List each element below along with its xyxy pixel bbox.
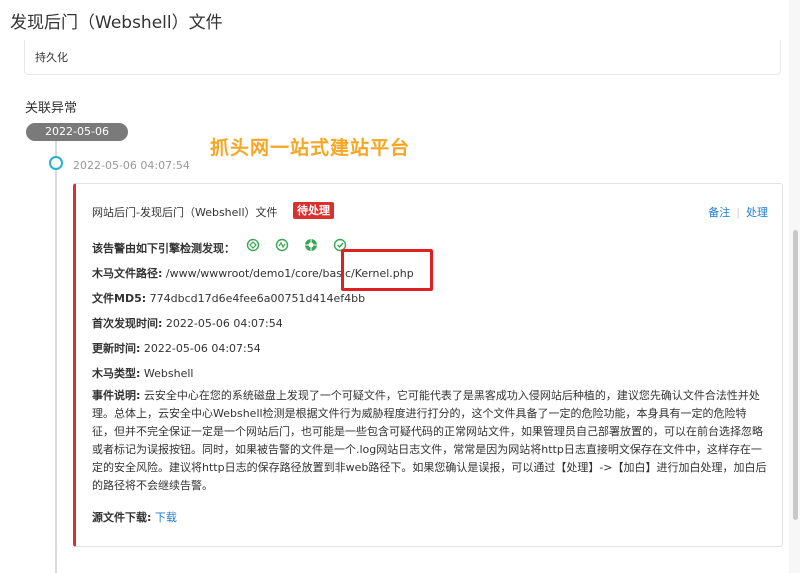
timeline-line <box>55 141 57 573</box>
path-highlight-box <box>341 249 433 291</box>
field-label: 更新时间: <box>92 342 141 355</box>
trojan-type-value: Webshell <box>143 367 194 380</box>
persistence-panel: 持久化 <box>24 40 781 75</box>
field-label: 首次发现时间: <box>92 317 163 330</box>
field-label: 木马类型: <box>92 367 141 380</box>
description-text: 云安全中心在您的系统磁盘上发现了一个可疑文件，它可能代表了是黑客成功入侵网站后种… <box>92 389 767 492</box>
alert-title: 网站后门-发现后门（Webshell）文件 <box>92 206 278 219</box>
field-label: 文件MD5: <box>92 292 147 305</box>
alert-card: 网站后门-发现后门（Webshell）文件 待处理 备注 | 处理 该告警由如下引擎… <box>73 183 783 547</box>
source-download-label: 源文件下载: <box>92 511 152 524</box>
download-link[interactable]: 下载 <box>155 511 177 524</box>
timeline-date-badge: 2022-05-06 <box>26 123 128 141</box>
field-row: 木马类型: Webshell <box>92 365 193 381</box>
source-download-row: 源文件下载: 下载 <box>92 509 177 525</box>
engines-label: 该告警由如下引擎检测发现： <box>92 242 235 255</box>
field-row: 文件MD5: 774dbcd17d6e4fee6a00751d414ef4bb <box>92 290 365 306</box>
status-badge: 待处理 <box>293 202 334 219</box>
field-label: 木马文件路径: <box>92 267 163 280</box>
note-button[interactable]: 备注 <box>708 206 730 219</box>
md5-value: 774dbcd17d6e4fee6a00751d414ef4bb <box>149 292 366 305</box>
handle-button[interactable]: 处理 <box>746 206 768 219</box>
engine-icon-1[interactable] <box>246 237 260 252</box>
page-title: 发现后门（Webshell）文件 <box>10 13 223 33</box>
persistence-label: 持久化 <box>35 51 68 64</box>
description-label: 事件说明: <box>92 389 141 402</box>
related-anomalies-title: 关联异常 <box>25 101 78 116</box>
engine-icon-3[interactable] <box>304 237 318 251</box>
updated-time-value: 2022-05-06 04:07:54 <box>143 342 261 355</box>
engines-row: 该告警由如下引擎检测发现： <box>92 240 235 256</box>
field-row: 更新时间: 2022-05-06 04:07:54 <box>92 340 261 356</box>
event-description: 事件说明: 云安全中心在您的系统磁盘上发现了一个可疑文件，它可能代表了是黑客成功… <box>92 387 768 495</box>
first-seen-value: 2022-05-06 04:07:54 <box>165 317 283 330</box>
engine-icon-2[interactable] <box>275 237 289 252</box>
timeline-event-time: 2022-05-06 04:07:54 <box>73 159 190 172</box>
field-row: 首次发现时间: 2022-05-06 04:07:54 <box>92 315 283 331</box>
scrollbar-thumb[interactable] <box>793 230 798 520</box>
watermark-text: 抓头网一站式建站平台 <box>210 137 411 159</box>
timeline-dot-icon <box>49 156 63 170</box>
action-divider: | <box>736 206 740 219</box>
alert-actions: 备注 | 处理 <box>708 204 768 220</box>
